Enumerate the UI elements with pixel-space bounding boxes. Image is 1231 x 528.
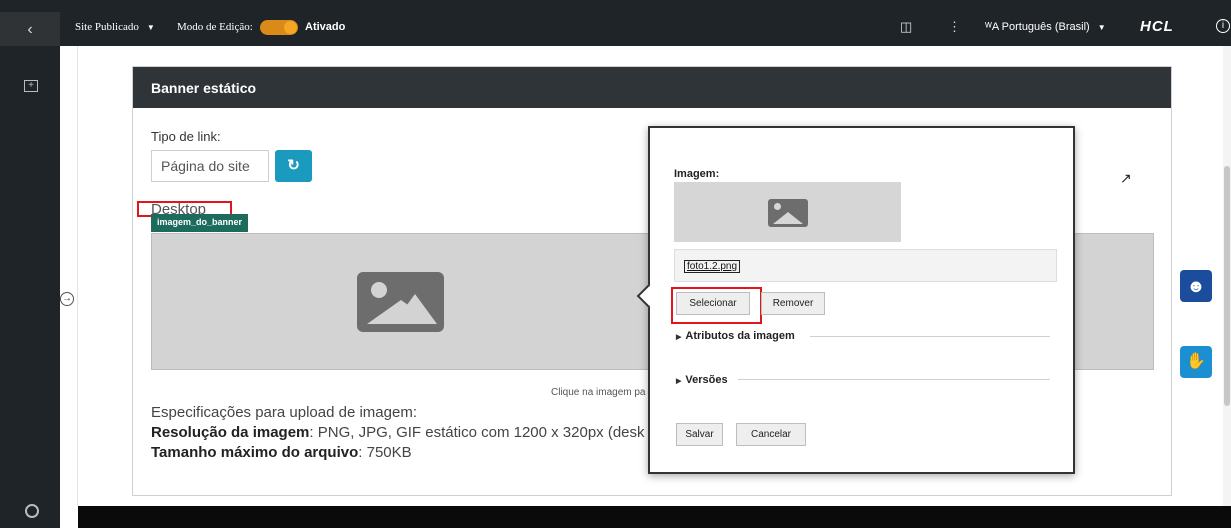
attributes-section-toggle[interactable]: ▶ Atributos da imagem: [676, 330, 795, 342]
image-label: Imagem:: [674, 168, 720, 180]
edit-mode-state: Ativado: [305, 21, 346, 33]
expand-arrow-icon[interactable]: →: [60, 292, 74, 306]
image-preview: [674, 182, 901, 242]
image-placeholder-icon: [768, 199, 808, 227]
site-published-dropdown[interactable]: Site Publicado ▼: [75, 21, 155, 33]
back-icon[interactable]: ‹: [0, 12, 60, 50]
file-name-field: foto1.2.png: [674, 249, 1057, 282]
preview-icon[interactable]: ◫: [900, 19, 912, 35]
left-sidebar: +: [0, 46, 60, 528]
accessibility-icon[interactable]: ☻: [1180, 270, 1212, 302]
image-picker-popover: Imagem: foto1.2.png Selecionar Remover ▶…: [636, 126, 1075, 474]
link-type-select[interactable]: Página do site: [151, 150, 269, 182]
panel-title: Banner estático: [133, 67, 1171, 108]
save-button[interactable]: Salvar: [676, 423, 723, 446]
upload-specs: Especificações para upload de imagem: Re…: [151, 403, 645, 463]
sign-language-icon[interactable]: ✋: [1180, 346, 1212, 378]
caret-down-icon: ▼: [146, 23, 155, 32]
toggle-knob: [284, 21, 297, 34]
language-label: Português (Brasil): [1001, 21, 1090, 33]
triangle-right-icon: ▶: [676, 334, 682, 341]
divider: [810, 336, 1050, 337]
left-strip: →: [60, 46, 78, 506]
hcl-logo: HCL: [1140, 18, 1174, 35]
translate-icon: ᵂA: [985, 21, 999, 33]
spec-intro: Especificações para upload de imagem:: [151, 404, 417, 421]
click-hint-text: Clique na imagem pa: [551, 387, 646, 398]
spec-size: Tamanho máximo do arquivo: 750KB: [151, 444, 412, 461]
refresh-button[interactable]: ↻: [275, 150, 312, 182]
file-name-link[interactable]: foto1.2.png: [684, 260, 741, 273]
highlight-select-box: [671, 287, 762, 324]
spec-resolution: Resolução da imagem: PNG, JPG, GIF estát…: [151, 424, 645, 441]
image-placeholder-icon: [357, 272, 444, 332]
more-options-icon[interactable]: ⋮: [948, 19, 961, 35]
remove-button[interactable]: Remover: [761, 292, 825, 315]
edit-mode-toggle[interactable]: [260, 20, 298, 35]
page-scrollbar[interactable]: [1223, 46, 1231, 506]
scrollbar-thumb[interactable]: [1224, 166, 1230, 406]
image-tag: imagem_do_banner: [151, 214, 249, 232]
link-type-label: Tipo de link:: [151, 129, 221, 144]
top-toolbar: ‹ Site Publicado ▼ Modo de Edição: Ativad…: [0, 0, 1231, 50]
help-icon[interactable]: [25, 504, 39, 518]
site-published-label: Site Publicado: [75, 21, 139, 33]
refresh-icon: ↻: [287, 157, 300, 174]
versions-section-toggle[interactable]: ▶ Versões: [676, 374, 728, 386]
caret-down-icon: ▼: [1097, 23, 1106, 32]
triangle-right-icon: ▶: [676, 378, 682, 385]
info-icon[interactable]: i: [1216, 19, 1230, 33]
cancel-button[interactable]: Cancelar: [736, 423, 806, 446]
add-component-icon[interactable]: +: [24, 80, 38, 92]
mouse-cursor-icon: ↗: [1120, 170, 1132, 186]
language-dropdown[interactable]: ᵂA Português (Brasil) ▼: [985, 21, 1106, 33]
footer-bar: [78, 506, 1231, 528]
divider: [738, 379, 1050, 380]
edit-mode-label: Modo de Edição:: [177, 21, 253, 33]
